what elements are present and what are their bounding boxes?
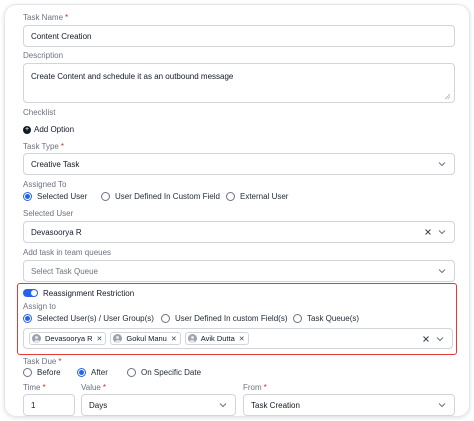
assigned-to-external-user-radio[interactable]: External User <box>226 192 288 201</box>
assign-to-task-queue-radio[interactable]: Task Queue(s) <box>293 314 359 323</box>
task-queue-select[interactable]: Select Task Queue <box>23 260 455 282</box>
plus-circle-icon: + <box>23 125 31 134</box>
radio-unchecked-icon <box>23 368 32 377</box>
remove-chip-icon[interactable]: ✕ <box>239 335 245 343</box>
radio-checked-icon <box>23 192 32 201</box>
radio-checked-icon <box>23 314 32 323</box>
chevron-down-icon <box>437 159 447 169</box>
assign-to-users-groups-radio[interactable]: Selected User(s) / User Group(s) <box>23 314 154 323</box>
resize-handle-icon[interactable] <box>445 94 450 99</box>
chevron-down-icon <box>437 227 447 237</box>
time-input[interactable]: 1 <box>23 394 75 416</box>
assign-to-custom-field-radio[interactable]: User Defined In custom Field(s) <box>161 314 287 323</box>
value-label: Value * <box>81 383 106 392</box>
chevron-down-icon <box>437 266 447 276</box>
add-option-label: Add Option <box>34 125 75 134</box>
selected-user-label: Selected User <box>23 209 74 218</box>
add-option-button[interactable]: + Add Option <box>23 125 74 134</box>
task-type-label: Task Type * <box>23 142 64 151</box>
remove-chip-icon[interactable]: ✕ <box>97 335 103 343</box>
avatar <box>113 334 123 343</box>
clear-icon[interactable] <box>421 334 431 344</box>
from-select[interactable]: Task Creation <box>243 394 455 416</box>
task-type-select[interactable]: Creative Task <box>23 153 455 175</box>
radio-unchecked-icon <box>127 368 136 377</box>
value-select[interactable]: Days <box>81 394 236 416</box>
radio-unchecked-icon <box>101 192 110 201</box>
team-queues-label: Add task in team queues <box>23 248 112 257</box>
radio-checked-icon <box>77 368 86 377</box>
checklist-label: Checklist <box>23 108 56 117</box>
description-label: Description <box>23 51 64 60</box>
radio-unchecked-icon <box>161 314 170 323</box>
assigned-to-selected-user-radio[interactable]: Selected User <box>23 192 87 201</box>
assignees-multiselect[interactable]: Devasoorya R ✕ Gokul Manu ✕ Avik Dutta ✕ <box>23 328 453 349</box>
reassignment-toggle-label: Reassignment Restriction <box>43 289 135 298</box>
task-due-specific-date-radio[interactable]: On Specific Date <box>127 368 201 377</box>
task-due-before-radio[interactable]: Before <box>23 368 61 377</box>
assigned-to-label: Assigned To <box>23 180 67 189</box>
chip-avik: Avik Dutta ✕ <box>184 332 249 345</box>
task-name-label: Task Name * <box>23 13 69 22</box>
description-textarea[interactable]: Create Content and schedule it as an out… <box>23 63 455 103</box>
task-name-input[interactable]: Content Creation <box>23 25 455 47</box>
assign-to-label: Assign to <box>23 302 56 311</box>
from-label: From * <box>243 383 267 392</box>
assigned-to-custom-field-radio[interactable]: User Defined In Custom Field <box>101 192 220 201</box>
selected-user-select[interactable]: Devasoorya R <box>23 221 455 243</box>
task-due-after-radio[interactable]: After <box>77 368 108 377</box>
clear-icon[interactable] <box>423 227 433 237</box>
task-form-panel: Task Name * Content Creation Description … <box>4 4 470 417</box>
avatar <box>187 334 197 343</box>
time-label: Time * <box>23 383 46 392</box>
task-due-label: Task Due * <box>23 357 62 366</box>
chip-gokul: Gokul Manu ✕ <box>110 332 181 345</box>
avatar <box>32 334 41 343</box>
chevron-down-icon <box>218 400 228 410</box>
radio-unchecked-icon <box>226 192 235 201</box>
remove-chip-icon[interactable]: ✕ <box>171 335 177 343</box>
chip-devasoorya: Devasoorya R ✕ <box>29 332 107 345</box>
chevron-down-icon <box>435 334 445 344</box>
chevron-down-icon <box>437 400 447 410</box>
reassignment-toggle[interactable] <box>23 289 38 297</box>
radio-unchecked-icon <box>293 314 302 323</box>
